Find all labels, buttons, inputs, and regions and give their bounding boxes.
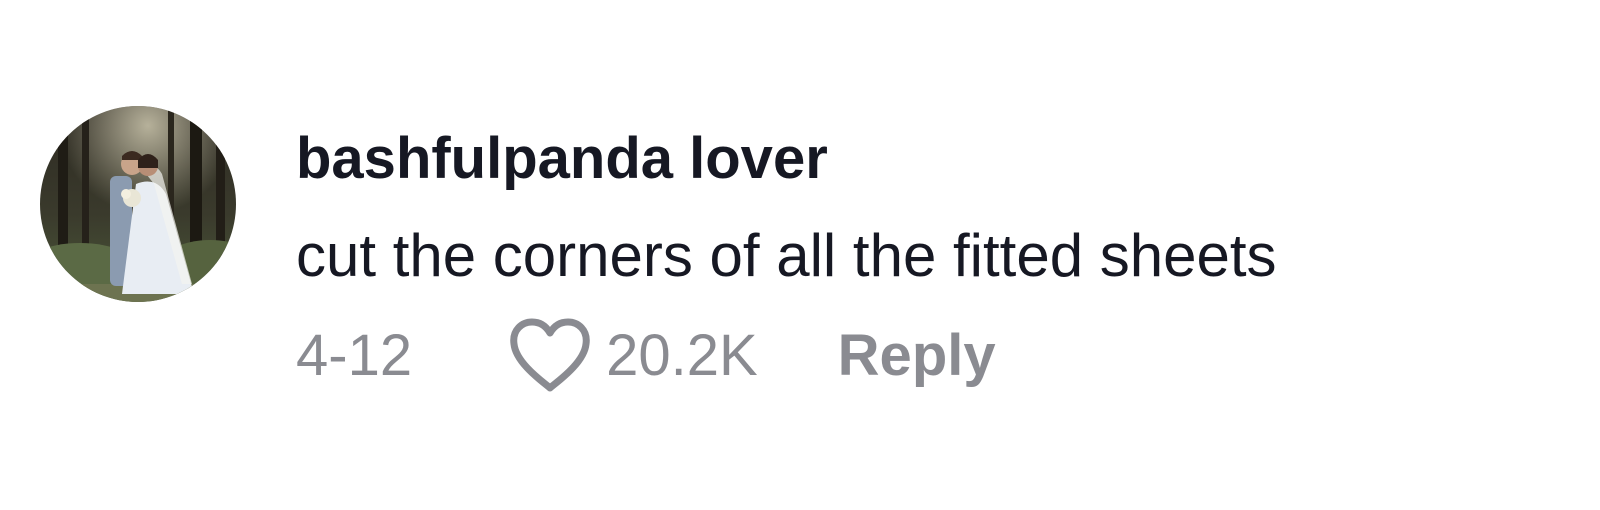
comment-date: 4-12 [296,323,413,388]
username[interactable]: bashfulpanda lover [296,124,828,194]
heart-outline-icon [510,318,590,392]
avatar[interactable] [40,106,236,302]
reply-button[interactable]: Reply [838,321,996,391]
avatar-photo-icon [40,106,236,302]
like-button[interactable]: 20.2K [508,318,758,394]
comment-text: cut the corners of all the fitted sheets [296,222,1277,289]
comment-meta: 4-12 20.2K Reply [296,318,996,394]
comment-item: bashfulpanda lover cut the corners of al… [0,0,1600,510]
like-count: 20.2K [606,323,758,388]
